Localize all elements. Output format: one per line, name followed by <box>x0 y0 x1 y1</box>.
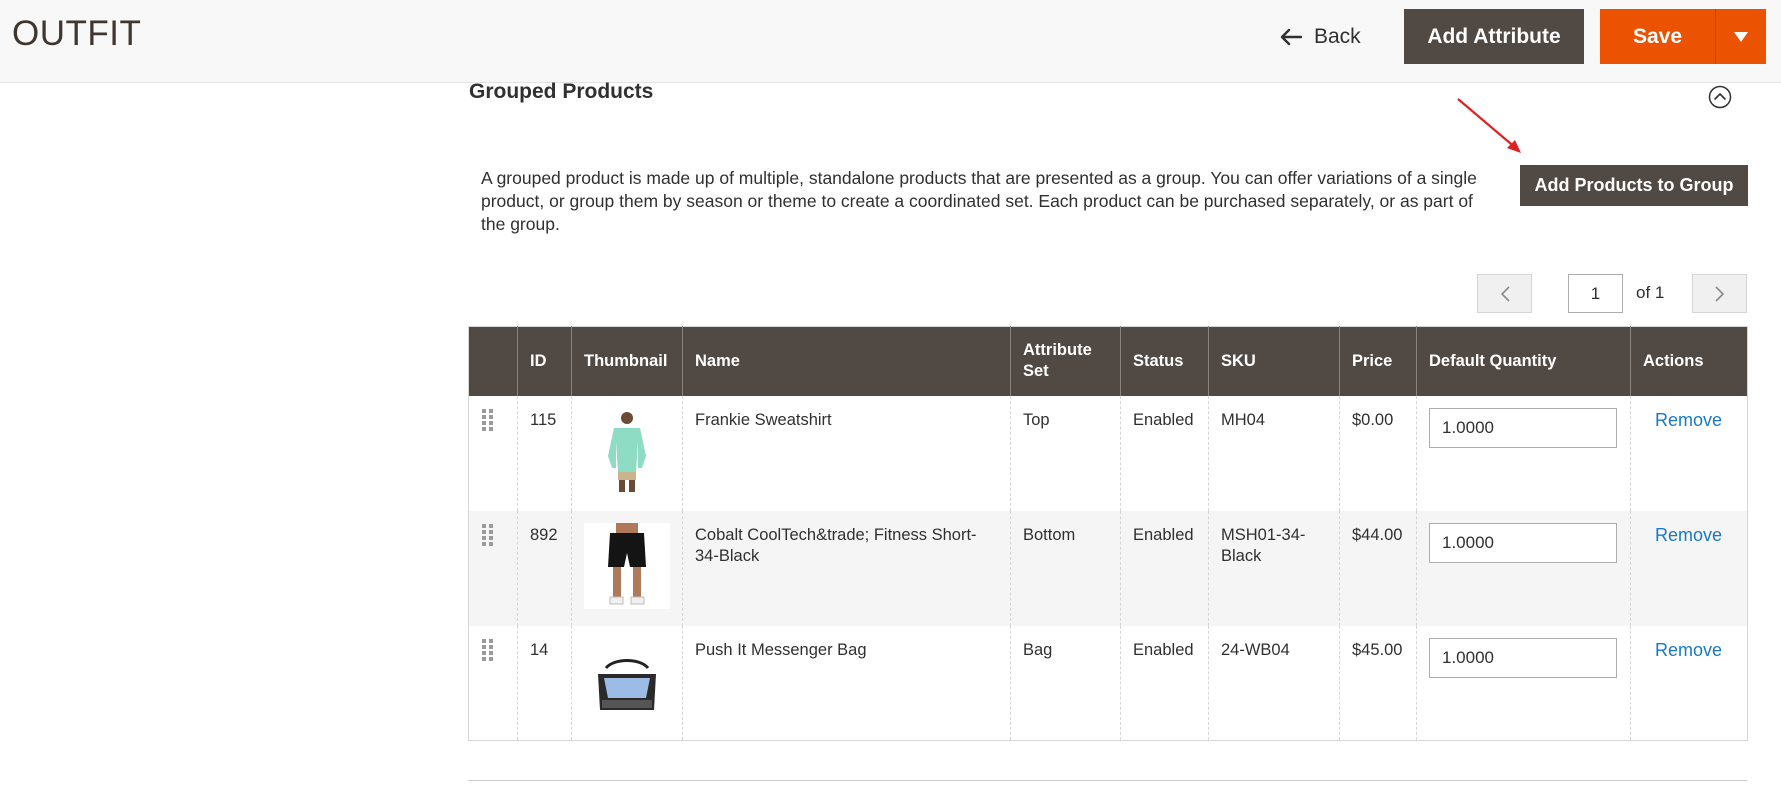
page-header: OUTFIT Back Add Attribute Save <box>0 0 1781 83</box>
page-title: OUTFIT <box>12 14 142 53</box>
drag-cell[interactable] <box>468 510 518 626</box>
sweatshirt-thumbnail <box>584 407 670 494</box>
messenger-bag-thumbnail <box>584 637 670 724</box>
save-button[interactable]: Save <box>1600 9 1716 64</box>
add-products-to-group-button[interactable]: Add Products to Group <box>1520 165 1748 206</box>
save-options-toggle[interactable] <box>1716 9 1766 64</box>
drag-handle-icon[interactable] <box>481 638 495 663</box>
drag-cell[interactable] <box>469 396 518 511</box>
quantity-cell <box>1416 395 1631 511</box>
grouped-products-table: ID Thumbnail Name Attribute Set Status S… <box>468 326 1748 741</box>
arrow-left-icon <box>1280 28 1302 46</box>
column-header-thumbnail: Thumbnail <box>571 326 683 396</box>
name-cell: Cobalt CoolTech&trade; Fitness Short-34-… <box>682 510 1011 626</box>
attribute-set-cell: Bottom <box>1010 510 1121 626</box>
column-header-id: ID <box>517 326 572 396</box>
section-divider <box>468 780 1747 781</box>
pager-total: of 1 <box>1636 283 1665 302</box>
price-cell: $45.00 <box>1339 625 1417 741</box>
section-title: Grouped Products <box>469 80 654 103</box>
table-row: 14 Push It Messenger Bag Bag Enabled 24-… <box>469 625 1748 741</box>
attribute-set-cell: Bag <box>1010 625 1121 741</box>
column-header-status: Status <box>1120 326 1209 396</box>
pager-prev-button[interactable] <box>1477 274 1532 313</box>
sku-cell: MH04 <box>1208 395 1340 511</box>
id-cell: 115 <box>517 395 572 511</box>
chevron-right-icon <box>1714 285 1724 302</box>
column-header-sku: SKU <box>1208 326 1340 396</box>
actions-cell: Remove <box>1630 395 1748 511</box>
table-row: 115 Frankie Sweatshirt Top Enabled MH04 … <box>469 395 1748 511</box>
id-cell: 14 <box>517 625 572 741</box>
actions-cell: Remove <box>1630 625 1748 741</box>
name-cell: Push It Messenger Bag <box>682 625 1011 741</box>
attribute-set-cell: Top <box>1010 395 1121 511</box>
pager-next-button[interactable] <box>1692 274 1747 313</box>
pager-page-input[interactable] <box>1568 274 1623 313</box>
thumbnail-cell <box>571 510 683 626</box>
table-header-row: ID Thumbnail Name Attribute Set Status S… <box>468 326 1748 396</box>
thumbnail-cell <box>571 625 683 741</box>
drag-handle-icon[interactable] <box>481 523 495 548</box>
sku-cell: MSH01-34-Black <box>1208 510 1340 626</box>
remove-link[interactable]: Remove <box>1655 525 1735 546</box>
actions-cell: Remove <box>1630 510 1748 626</box>
caret-down-icon <box>1734 31 1748 42</box>
back-label: Back <box>1314 25 1361 48</box>
section-description: A grouped product is made up of multiple… <box>481 168 1477 234</box>
quantity-cell <box>1416 625 1631 741</box>
chevron-up-circle-icon[interactable] <box>1708 85 1732 109</box>
status-cell: Enabled <box>1120 395 1209 511</box>
price-cell: $44.00 <box>1339 510 1417 626</box>
status-cell: Enabled <box>1120 510 1209 626</box>
column-header-price: Price <box>1339 326 1417 396</box>
back-button[interactable]: Back <box>1280 22 1361 52</box>
name-cell: Frankie Sweatshirt <box>682 395 1011 511</box>
save-split-button: Save <box>1600 9 1766 64</box>
default-quantity-input[interactable] <box>1429 637 1617 678</box>
column-header-name: Name <box>682 326 1011 396</box>
id-cell: 892 <box>517 510 572 626</box>
table-row: 892 Cobalt CoolTech&trade; Fitness Short… <box>468 510 1748 626</box>
price-cell: $0.00 <box>1339 395 1417 511</box>
thumbnail-cell <box>571 395 683 511</box>
shorts-thumbnail <box>584 522 670 609</box>
column-header-actions: Actions <box>1630 326 1748 396</box>
drag-handle-icon[interactable] <box>481 408 495 433</box>
remove-link[interactable]: Remove <box>1655 640 1735 661</box>
column-header-default-quantity: Default Quantity <box>1416 326 1631 396</box>
sku-cell: 24-WB04 <box>1208 625 1340 741</box>
drag-cell[interactable] <box>469 626 518 741</box>
column-header-attribute-set: Attribute Set <box>1010 326 1121 396</box>
add-attribute-button[interactable]: Add Attribute <box>1404 9 1584 64</box>
annotation-arrow-icon <box>1457 98 1521 153</box>
remove-link[interactable]: Remove <box>1655 410 1735 431</box>
default-quantity-input[interactable] <box>1429 522 1617 563</box>
status-cell: Enabled <box>1120 625 1209 741</box>
default-quantity-input[interactable] <box>1429 407 1617 448</box>
chevron-left-icon <box>1500 285 1510 302</box>
quantity-cell <box>1416 510 1631 626</box>
column-header-drag <box>468 326 518 396</box>
